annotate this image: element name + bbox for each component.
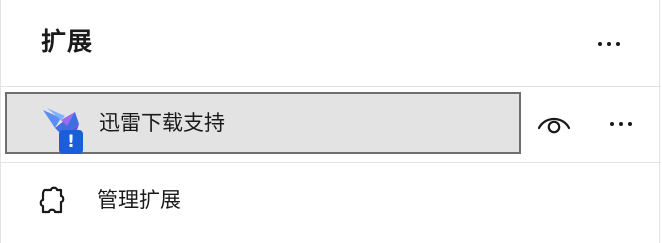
list-divider: [1, 162, 661, 163]
manage-extensions-item[interactable]: 管理扩展: [1, 172, 661, 228]
puzzle-piece-icon: [39, 186, 65, 214]
header-divider: [1, 86, 661, 87]
manage-extensions-label: 管理扩展: [97, 188, 181, 212]
show-in-toolbar-button[interactable]: [531, 104, 577, 142]
extensions-panel: 扩展 迅雷下载支持 ! 管理扩展: [0, 0, 661, 243]
alert-badge: !: [59, 130, 83, 154]
panel-title: 扩展: [41, 27, 94, 56]
more-horizontal-icon: [610, 122, 632, 126]
eye-icon: [537, 117, 571, 134]
extension-more-button[interactable]: [601, 108, 641, 140]
more-horizontal-icon: [598, 42, 620, 46]
panel-more-button[interactable]: [589, 28, 629, 60]
extension-name: 迅雷下载支持: [99, 111, 225, 135]
panel-header: 扩展: [1, 0, 661, 86]
